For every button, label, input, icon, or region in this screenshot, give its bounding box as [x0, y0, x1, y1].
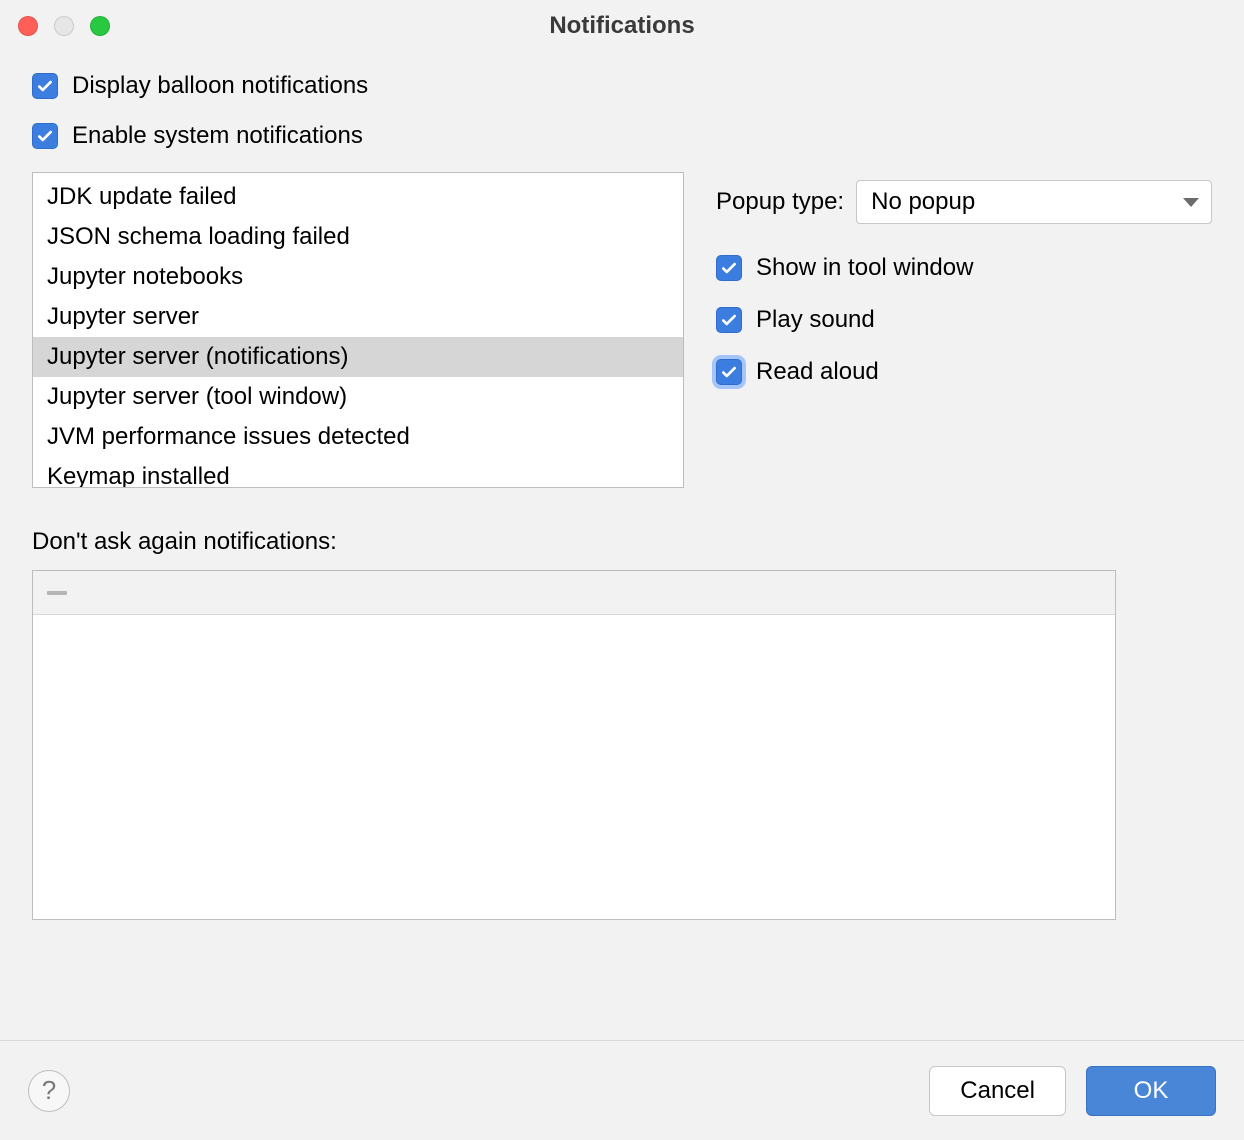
notification-types-list[interactable]: JDK update failed JSON schema loading fa…: [32, 172, 684, 488]
read-aloud-label: Read aloud: [756, 358, 879, 386]
cancel-button-label: Cancel: [960, 1077, 1035, 1105]
show-tool-window-label: Show in tool window: [756, 254, 973, 282]
check-icon: [720, 259, 738, 277]
remove-icon[interactable]: [47, 591, 67, 595]
dont-ask-toolbar: [33, 571, 1115, 615]
ok-button-label: OK: [1134, 1077, 1169, 1105]
popup-type-value: No popup: [871, 188, 975, 216]
list-item[interactable]: JDK update failed: [33, 177, 683, 217]
play-sound-checkbox[interactable]: [716, 307, 742, 333]
dont-ask-list[interactable]: [32, 570, 1116, 920]
dialog-footer: ? Cancel OK: [0, 1040, 1244, 1140]
read-aloud-row[interactable]: Read aloud: [716, 358, 1212, 386]
list-item[interactable]: Jupyter server (tool window): [33, 377, 683, 417]
cancel-button[interactable]: Cancel: [929, 1066, 1066, 1116]
play-sound-row[interactable]: Play sound: [716, 306, 1212, 334]
check-icon: [720, 363, 738, 381]
read-aloud-checkbox[interactable]: [716, 359, 742, 385]
minimize-window-button[interactable]: [54, 16, 74, 36]
list-item[interactable]: Jupyter notebooks: [33, 257, 683, 297]
titlebar: Notifications: [0, 0, 1244, 52]
show-tool-window-checkbox[interactable]: [716, 255, 742, 281]
close-window-button[interactable]: [18, 16, 38, 36]
window-controls: [18, 16, 110, 36]
help-icon: ?: [42, 1075, 56, 1106]
popup-type-select[interactable]: No popup: [856, 180, 1212, 224]
popup-type-label: Popup type:: [716, 188, 844, 216]
dont-ask-label: Don't ask again notifications:: [32, 528, 1212, 556]
display-balloon-checkbox[interactable]: [32, 73, 58, 99]
help-button[interactable]: ?: [28, 1070, 70, 1112]
list-item[interactable]: Keymap installed: [33, 457, 683, 488]
list-item[interactable]: Jupyter server (notifications): [33, 337, 683, 377]
show-tool-window-row[interactable]: Show in tool window: [716, 254, 1212, 282]
zoom-window-button[interactable]: [90, 16, 110, 36]
check-icon: [36, 77, 54, 95]
window-title: Notifications: [0, 12, 1244, 40]
list-item[interactable]: JVM performance issues detected: [33, 417, 683, 457]
list-item[interactable]: Jupyter server: [33, 297, 683, 337]
enable-system-row[interactable]: Enable system notifications: [32, 122, 1212, 150]
check-icon: [36, 127, 54, 145]
display-balloon-row[interactable]: Display balloon notifications: [32, 72, 1212, 100]
ok-button[interactable]: OK: [1086, 1066, 1216, 1116]
play-sound-label: Play sound: [756, 306, 875, 334]
check-icon: [720, 311, 738, 329]
enable-system-checkbox[interactable]: [32, 123, 58, 149]
display-balloon-label: Display balloon notifications: [72, 72, 368, 100]
dont-ask-body[interactable]: [33, 615, 1115, 919]
list-item[interactable]: JSON schema loading failed: [33, 217, 683, 257]
chevron-down-icon: [1183, 198, 1199, 207]
enable-system-label: Enable system notifications: [72, 122, 363, 150]
